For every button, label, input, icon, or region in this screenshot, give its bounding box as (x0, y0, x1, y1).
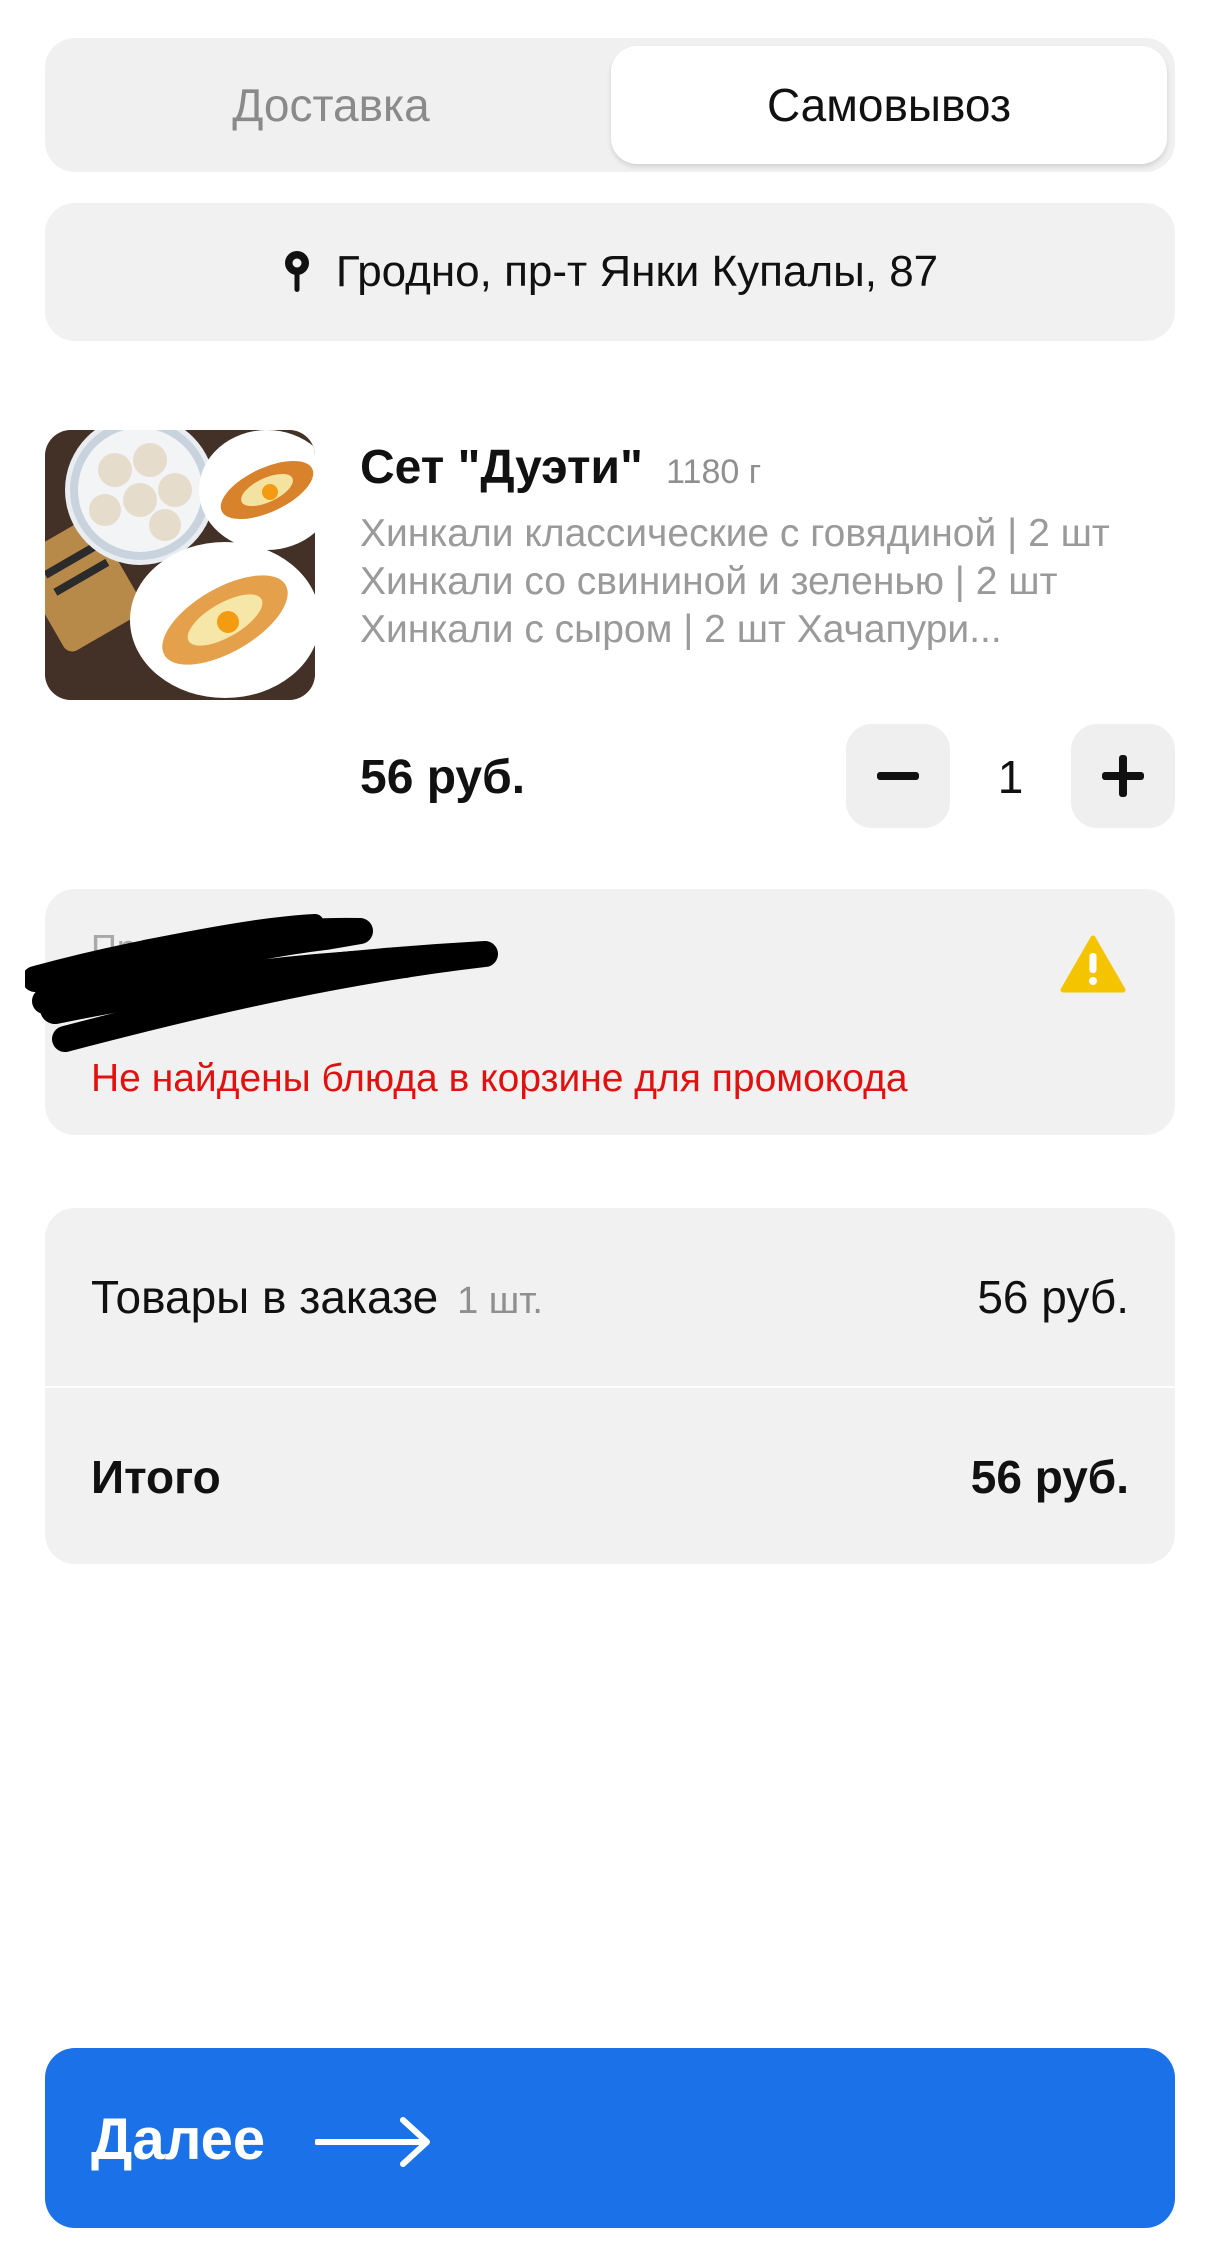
redaction-scribble (25, 914, 498, 1052)
promo-error-message: Не найдены блюда в корзине для промокода (91, 1057, 908, 1100)
tab-delivery[interactable]: Доставка (53, 46, 609, 164)
promo-code-field[interactable]: Промокод Не найдены блюда в корзине для … (25, 889, 1175, 1135)
map-pin-icon (284, 251, 309, 292)
product-image (45, 430, 315, 700)
quantity-value: 1 (997, 751, 1024, 803)
next-button-label: Далее (91, 2107, 266, 2172)
delivery-mode-switch: Доставка Самовывоз (45, 38, 1175, 172)
next-button[interactable]: Далее (45, 2048, 1175, 2228)
minus-icon (877, 772, 919, 780)
quantity-increase-button[interactable] (1071, 724, 1175, 828)
product-description: Хинкали классические с говядиной | 2 шт … (360, 512, 1110, 651)
items-label: Товары в заказе 1 шт. (91, 1270, 543, 1324)
order-summary: Товары в заказе 1 шт. 56 руб. Итого 56 р… (45, 1208, 1175, 1564)
arrow-right-icon (315, 2117, 430, 2167)
product-weight: 1180 г (666, 453, 762, 491)
product-name: Сет "Дуэти" (360, 441, 643, 494)
product-price: 56 руб. (360, 751, 526, 804)
quantity-decrease-button[interactable] (846, 724, 950, 828)
total-label: Итого (91, 1451, 221, 1503)
items-value: 56 руб. (977, 1271, 1129, 1323)
items-label-text: Товары в заказе (91, 1271, 439, 1323)
address-text: Гродно, пр-т Янки Купалы, 87 (335, 247, 939, 296)
summary-row-items: Товары в заказе 1 шт. 56 руб. (45, 1208, 1175, 1388)
warning-icon (1060, 935, 1126, 993)
pickup-address[interactable]: Гродно, пр-т Янки Купалы, 87 (45, 203, 1175, 341)
summary-row-total: Итого 56 руб. (45, 1388, 1175, 1564)
product-title: Сет "Дуэти" 1180 г (360, 440, 761, 495)
total-value: 56 руб. (970, 1451, 1129, 1503)
items-count: 1 шт. (457, 1280, 543, 1322)
tab-pickup[interactable]: Самовывоз (611, 46, 1167, 164)
plus-icon (1102, 755, 1144, 797)
